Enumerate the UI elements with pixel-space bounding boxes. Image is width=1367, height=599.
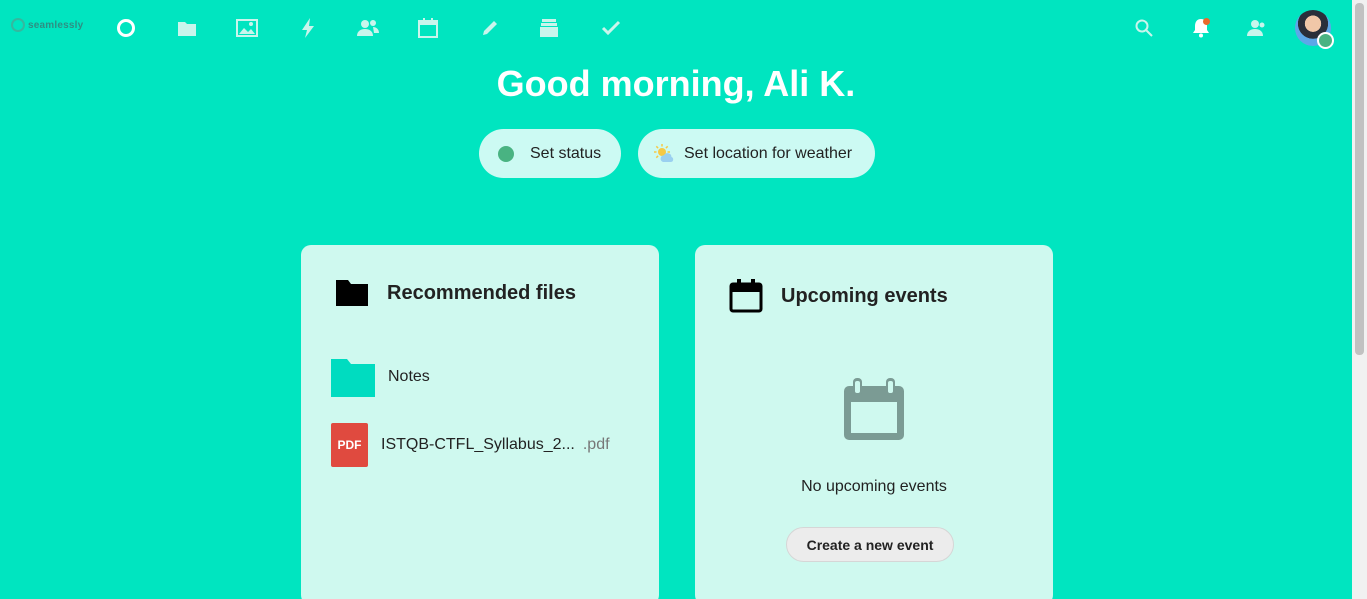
app-tasks[interactable] xyxy=(597,14,625,42)
scrollbar-thumb[interactable] xyxy=(1355,3,1364,355)
recommended-files-panel: Recommended files Notes PDF ISTQB-CTFL_S… xyxy=(301,245,659,599)
app-activity[interactable] xyxy=(294,14,322,42)
logo[interactable]: seamlessly xyxy=(11,18,83,32)
logo-mark-icon xyxy=(11,18,25,32)
notifications-button[interactable] xyxy=(1187,14,1215,42)
status-online-icon xyxy=(498,145,514,162)
users-icon xyxy=(357,20,379,36)
weather-sun-cloud-icon xyxy=(654,143,674,162)
greeting-title: Good morning, Ali K. xyxy=(496,63,856,104)
folder-icon xyxy=(336,280,368,306)
set-status-button[interactable]: Set status xyxy=(479,129,621,178)
contacts-menu-button[interactable] xyxy=(1242,14,1270,42)
app-contacts[interactable] xyxy=(354,14,382,42)
app-files[interactable] xyxy=(173,14,201,42)
file-name: ISTQB-CTFL_Syllabus_2... xyxy=(381,436,575,453)
app-notes[interactable] xyxy=(476,14,504,42)
upcoming-events-header: Upcoming events xyxy=(729,279,948,313)
calendar-empty-icon xyxy=(844,378,904,440)
upcoming-events-panel: Upcoming events No upcoming events Creat… xyxy=(695,245,1053,599)
avatar-status-badge xyxy=(1317,32,1334,49)
upcoming-events-title: Upcoming events xyxy=(781,284,948,307)
file-extension: .pdf xyxy=(582,436,610,453)
create-event-button[interactable]: Create a new event xyxy=(786,527,954,562)
set-weather-location-button[interactable]: Set location for weather xyxy=(638,129,875,178)
search-icon xyxy=(1135,19,1153,37)
image-icon xyxy=(236,19,258,37)
pencil-icon xyxy=(483,21,497,35)
top-bar: seamlessly xyxy=(0,0,1352,56)
file-name: Notes xyxy=(388,368,430,385)
calendar-icon xyxy=(418,18,438,38)
recommended-files-header: Recommended files xyxy=(335,279,576,307)
set-status-label: Set status xyxy=(530,144,602,162)
folder-icon xyxy=(331,359,375,397)
pdf-badge: PDF xyxy=(337,438,362,452)
app-photos[interactable] xyxy=(233,14,261,42)
app-dashboard[interactable] xyxy=(112,14,140,42)
stack-icon xyxy=(540,19,558,37)
lightning-icon xyxy=(302,18,314,38)
file-item-istqb-pdf[interactable]: PDF ISTQB-CTFL_Syllabus_2... .pdf xyxy=(331,423,610,467)
app-calendar[interactable] xyxy=(414,14,442,42)
circle-icon xyxy=(117,19,135,37)
calendar-icon xyxy=(729,279,763,313)
app-deck[interactable] xyxy=(535,14,563,42)
checkmark-icon xyxy=(601,20,621,36)
search-button[interactable] xyxy=(1130,14,1158,42)
set-weather-label: Set location for weather xyxy=(684,144,853,162)
file-item-notes[interactable]: Notes xyxy=(331,357,430,397)
folder-icon xyxy=(178,22,196,36)
pdf-icon: PDF xyxy=(331,423,368,467)
recommended-files-title: Recommended files xyxy=(387,281,576,304)
user-icon xyxy=(1247,20,1265,36)
scrollbar[interactable] xyxy=(1352,0,1367,599)
notification-dot xyxy=(1203,18,1210,25)
logo-text: seamlessly xyxy=(28,19,84,31)
no-events-text: No upcoming events xyxy=(801,478,947,495)
